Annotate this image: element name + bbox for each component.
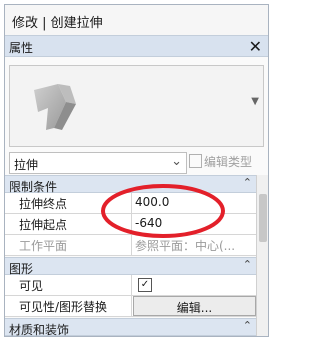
scrollbar-thumb[interactable] [259,194,267,242]
collapse-icon[interactable]: ⌃ [243,258,252,271]
property-row-visibility-override[interactable]: 可见性/图形替换 编辑... [5,296,256,317]
edit-type-button[interactable]: 编辑类型 [189,153,252,170]
property-value: 参照平面：中心(... [135,239,236,253]
type-selector-row: 拉伸 ⌄ 编辑类型 [5,152,268,174]
edit-button[interactable]: 编辑... [133,296,256,316]
properties-header: 属性 ✕ [5,35,268,57]
chevron-down-icon: ⌄ [171,154,182,169]
close-icon[interactable]: ✕ [249,37,262,56]
property-name: 可见性/图形替换 [5,296,132,316]
property-value[interactable]: 400.0 [135,195,169,209]
group-materials[interactable]: 材质和装饰 ⌃ [5,318,256,336]
property-value[interactable]: -640 [135,216,162,230]
family-type-value: 拉伸 [14,158,39,172]
property-row-extrusion-end[interactable]: 拉伸终点 400.0 [5,193,256,214]
properties-panel: 修改 | 创建拉伸 属性 ✕ ▼ 拉伸 ⌄ 编辑类型 限制条件 ⌃ 拉伸终点 4… [4,4,269,337]
property-name: 可见 [5,275,132,295]
property-name: 拉伸终点 [5,193,132,213]
visible-checkbox[interactable]: ✓ [138,278,152,292]
edit-type-label: 编辑类型 [204,155,253,169]
property-row-work-plane: 工作平面 参照平面：中心(... [5,235,256,256]
type-preview[interactable]: ▼ [9,65,264,147]
group-constraints[interactable]: 限制条件 ⌃ [5,175,256,194]
properties-title: 属性 [9,41,34,55]
collapse-icon[interactable]: ⌃ [243,319,252,332]
group-graphics[interactable]: 图形 ⌃ [5,257,256,276]
property-row-visible[interactable]: 可见 ✓ [5,275,256,296]
title-bar: 修改 | 创建拉伸 [5,5,268,35]
edit-type-icon [189,154,202,168]
property-name: 拉伸起点 [5,214,132,234]
group-materials-label: 材质和装饰 [9,323,70,337]
extrusion-preview-icon [34,84,76,130]
scrollbar[interactable] [256,175,268,336]
dropdown-arrow-icon[interactable]: ▼ [251,96,259,107]
property-name: 工作平面 [5,235,132,255]
family-type-select[interactable]: 拉伸 ⌄ [9,152,187,174]
collapse-icon[interactable]: ⌃ [243,176,252,189]
property-row-extrusion-start[interactable]: 拉伸起点 -640 [5,214,256,235]
window-title: 修改 | 创建拉伸 [12,16,103,31]
